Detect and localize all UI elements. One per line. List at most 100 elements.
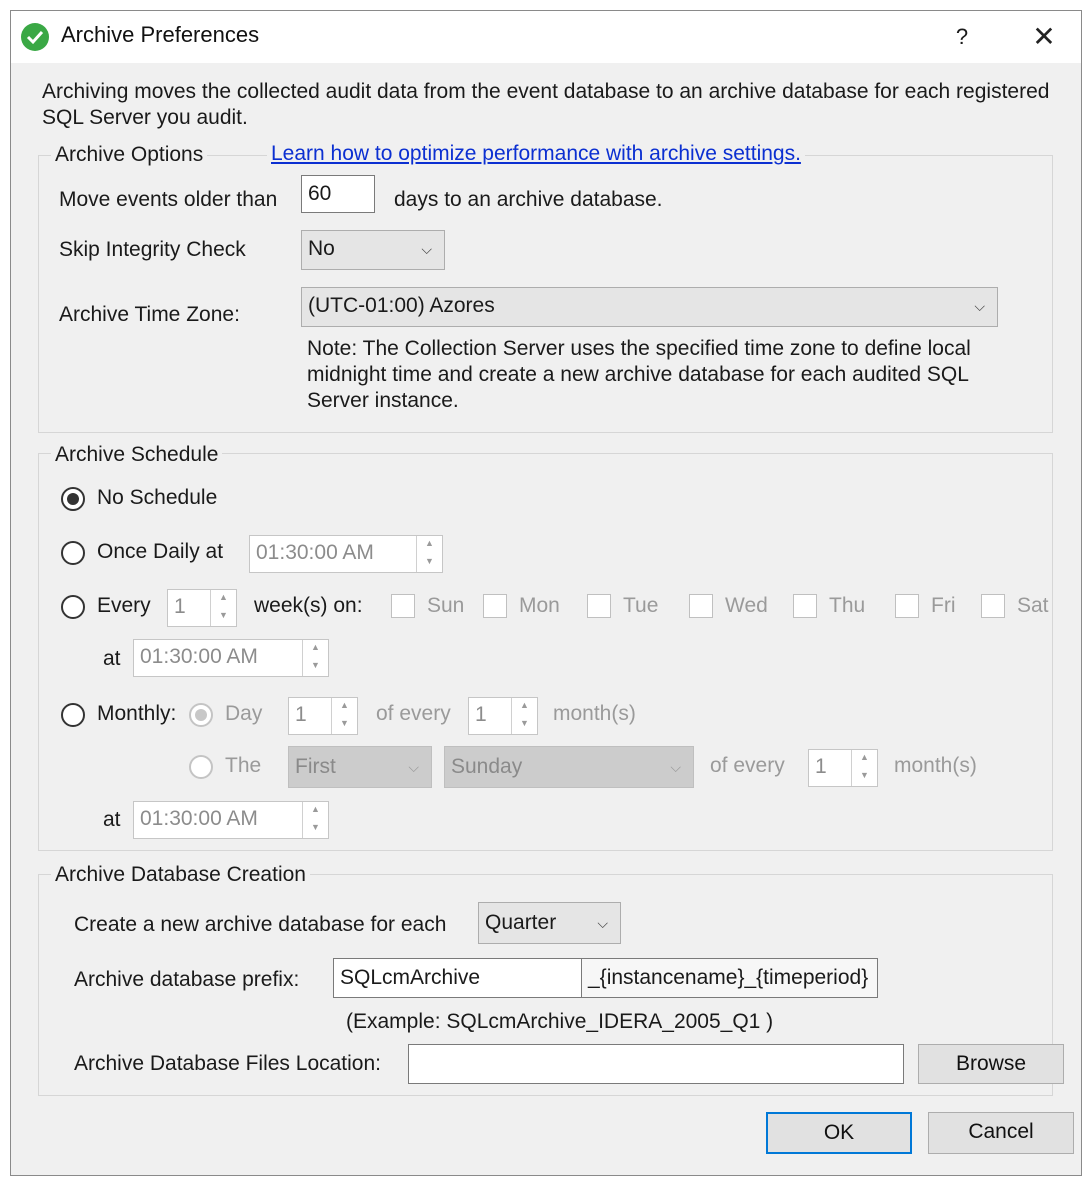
once-daily-radio[interactable] [61,541,85,565]
once-daily-time-value: 01:30:00 AM [256,541,374,564]
weekly-time-input[interactable]: 01:30:00 AM ▲ ▼ [133,639,329,677]
day-checkbox-sat[interactable] [981,594,1005,618]
archive-options-legend: Archive Options [51,143,208,167]
description-text: Archiving moves the collected audit data… [42,80,1050,129]
spin-up-icon: ▲ [311,642,320,652]
ordinal-select[interactable]: First ⌵ [288,746,432,788]
monthly-label: Monthly: [97,702,177,725]
chevron-down-icon: ⌵ [597,915,608,931]
day-label-mon: Mon [519,594,560,617]
skip-integrity-select[interactable]: No ⌵ [301,230,445,270]
time-spinner[interactable]: ▲ ▼ [302,802,328,838]
move-events-suffix: days to an archive database. [394,188,663,211]
day-label-sun: Sun [427,594,465,617]
month-interval-input-1[interactable]: 1 ▲ ▼ [468,697,538,735]
optimize-performance-link[interactable]: Learn how to optimize performance with a… [267,142,805,166]
weekly-interval-input[interactable]: 1 ▲ ▼ [167,589,237,627]
day-checkbox-sun[interactable] [391,594,415,618]
day-label-fri: Fri [931,594,956,617]
interval-spinner[interactable]: ▲ ▼ [210,590,236,626]
chevron-down-icon: ⌵ [670,759,681,775]
weekday-select[interactable]: Sunday ⌵ [444,746,694,788]
spin-up-icon: ▲ [860,752,869,762]
archive-preferences-dialog: Archive Preferences ? ✕ Archiving moves … [10,10,1082,1176]
spin-up-icon: ▲ [340,700,349,710]
months-label-1: month(s) [553,702,636,725]
monthly-day-radio[interactable] [189,703,213,727]
files-location-input[interactable] [408,1044,904,1084]
month-spinner[interactable]: ▲ ▼ [851,750,877,786]
period-select[interactable]: Quarter ⌵ [478,902,621,944]
skip-integrity-value: No [308,237,335,260]
monthly-time-input[interactable]: 01:30:00 AM ▲ ▼ [133,801,329,839]
day-spinner[interactable]: ▲ ▼ [331,698,357,734]
close-button[interactable]: ✕ [1027,20,1061,54]
time-zone-note: Note: The Collection Server uses the spe… [307,337,971,412]
spin-up-icon: ▲ [311,804,320,814]
prefix-label: Archive database prefix: [74,968,300,991]
spin-down-icon: ▼ [311,822,320,832]
title-bar: Archive Preferences ? ✕ [11,11,1081,63]
dialog-title: Archive Preferences [61,22,260,47]
month-interval-value-1: 1 [475,703,487,726]
time-zone-value: (UTC-01:00) Azores [308,294,495,317]
move-events-label: Move events older than [59,188,278,211]
spin-up-icon: ▲ [219,592,228,602]
monthly-day-input[interactable]: 1 ▲ ▼ [288,697,358,735]
no-schedule-label: No Schedule [97,486,218,509]
move-events-days-value: 60 [308,182,332,205]
chevron-down-icon: ⌵ [408,759,419,775]
ok-button[interactable]: OK [766,1112,912,1154]
spin-down-icon: ▼ [219,610,228,620]
spin-down-icon: ▼ [520,718,529,728]
time-zone-label: Archive Time Zone: [59,303,240,326]
monthly-radio[interactable] [61,703,85,727]
spin-down-icon: ▼ [425,556,434,566]
time-spinner[interactable]: ▲ ▼ [416,536,442,572]
weeks-on-label: week(s) on: [254,594,363,617]
spin-down-icon: ▼ [340,718,349,728]
monthly-the-label: The [225,754,262,777]
chevron-down-icon: ⌵ [974,298,985,314]
every-label: Every [97,594,151,617]
weekly-at-label: at [103,647,121,670]
check-circle-icon [21,23,49,51]
day-label-wed: Wed [725,594,768,617]
monthly-time-value: 01:30:00 AM [140,807,258,830]
time-zone-select[interactable]: (UTC-01:00) Azores ⌵ [301,287,998,327]
archive-schedule-legend: Archive Schedule [51,443,223,467]
prefix-suffix-value: _{instancename}_{timeperiod} [588,966,869,989]
once-daily-label: Once Daily at [97,540,224,563]
month-spinner[interactable]: ▲ ▼ [511,698,537,734]
month-interval-input-2[interactable]: 1 ▲ ▼ [808,749,878,787]
day-checkbox-wed[interactable] [689,594,713,618]
of-every-label-2: of every [710,754,785,777]
once-daily-time-input[interactable]: 01:30:00 AM ▲ ▼ [249,535,443,573]
browse-button[interactable]: Browse [918,1044,1064,1084]
day-checkbox-mon[interactable] [483,594,507,618]
day-label-sat: Sat [1017,594,1049,617]
day-checkbox-fri[interactable] [895,594,919,618]
weekday-value: Sunday [451,755,523,778]
weekly-radio[interactable] [61,595,85,619]
of-every-label: of every [376,702,451,725]
db-creation-legend: Archive Database Creation [51,863,310,887]
time-spinner[interactable]: ▲ ▼ [302,640,328,676]
months-label-2: month(s) [894,754,977,777]
prefix-input[interactable]: SQLcmArchive [333,958,582,998]
period-value: Quarter [485,911,557,934]
move-events-days-input[interactable]: 60 [301,175,375,213]
day-checkbox-tue[interactable] [587,594,611,618]
monthly-day-value: 1 [295,703,307,726]
spin-down-icon: ▼ [311,660,320,670]
prefix-example: (Example: SQLcmArchive_IDERA_2005_Q1 ) [346,1010,774,1033]
spin-up-icon: ▲ [425,538,434,548]
help-button[interactable]: ? [947,20,977,54]
skip-integrity-label: Skip Integrity Check [59,238,246,261]
monthly-the-radio[interactable] [189,755,213,779]
cancel-button[interactable]: Cancel [928,1112,1074,1154]
prefix-suffix-display: _{instancename}_{timeperiod} [581,958,878,998]
no-schedule-radio[interactable] [61,487,85,511]
day-checkbox-thu[interactable] [793,594,817,618]
day-label-tue: Tue [623,594,659,617]
